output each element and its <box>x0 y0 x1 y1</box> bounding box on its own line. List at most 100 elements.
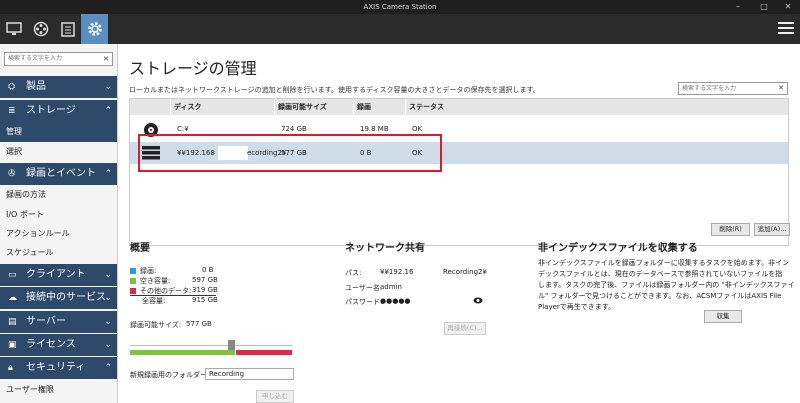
other-data-value: 319 GB <box>192 286 218 294</box>
storage-slider-track <box>130 345 292 346</box>
chevron-down-icon: ⌄ <box>104 82 112 92</box>
recording-folder-input[interactable]: Recording <box>205 368 294 380</box>
recordable-size-label: 録画可能サイズ: <box>130 321 182 329</box>
chevron-down-icon: ⌄ <box>104 340 112 350</box>
collect-description-line: デックスファイルとは、現在のデータベースで参照されていないファイルを指 <box>538 270 783 278</box>
free-space-value: 597 GB <box>192 276 218 284</box>
storage-table: ディスク 録画可能サイズ 録画 ステータス C:¥ 724 GB 19.8 MB… <box>129 98 789 246</box>
column-header-disk[interactable]: ディスク <box>170 99 274 115</box>
sidebar-item-user-permissions[interactable]: ユーザー権限 <box>0 380 117 400</box>
network-share-title: ネットワーク共有 <box>345 243 425 254</box>
other-data-bar <box>236 350 292 355</box>
recording-label: 録画: <box>140 267 157 275</box>
path-suffix: Recording2¥ <box>443 268 487 276</box>
other-data-legend-swatch <box>130 288 136 294</box>
collect-description-line: 非インデックスファイルを録画フォルダーに収集するタスクを始めます。非イン <box>538 259 790 267</box>
total-label: 全容量: <box>142 297 166 305</box>
reconnect-button[interactable]: 再接続(C)... <box>444 322 486 335</box>
collect-title: 非インデックスファイルを収集する <box>538 243 698 254</box>
clear-search-icon[interactable]: ✕ <box>103 53 109 65</box>
configuration-tab[interactable] <box>81 14 108 44</box>
sidebar-category-server[interactable]: ▤ サーバー ⌄ <box>0 311 117 333</box>
sidebar-category-recording-events[interactable]: ✇ 録画とイベント ⌃ <box>0 163 117 185</box>
top-toolbar <box>0 14 800 44</box>
sidebar-item-storage-management[interactable]: 管理 <box>0 122 117 142</box>
free-space-label: 空き容量: <box>140 277 171 285</box>
path-value: ¥¥192.16 <box>380 268 414 276</box>
chevron-up-icon: ⌃ <box>104 363 112 373</box>
recording-value: 0 B <box>202 266 214 274</box>
sidebar-item-action-rules[interactable]: アクションルール <box>0 224 117 244</box>
username-label: ユーザー名: <box>345 284 383 292</box>
monitor-icon <box>5 22 22 35</box>
show-password-eye-icon[interactable] <box>473 297 483 304</box>
overview-title: 概要 <box>130 243 150 254</box>
chevron-up-icon: ⌃ <box>104 106 112 116</box>
sidebar-category-products[interactable]: ⛭ 製品 ⌄ <box>0 76 117 98</box>
recording-folder-label: 新規録画用のフォルダー: <box>130 371 210 379</box>
sidebar-item-io-ports[interactable]: I/O ポート <box>0 205 117 225</box>
remove-button[interactable]: 削除(R) <box>711 223 750 236</box>
chevron-down-icon: ⌄ <box>104 270 112 280</box>
chevron-down-icon: ⌄ <box>104 293 112 303</box>
collect-description-line: ル" フォルダーで見つけることができます。なお、ACSMファイルはAXIS Fi… <box>538 292 782 300</box>
storage-search-input[interactable]: 検索する文字を入力 ✕ <box>678 82 788 95</box>
column-header-status[interactable]: ステータス <box>405 99 458 115</box>
table-header: ディスク 録画可能サイズ 録画 ステータス <box>130 99 788 115</box>
minimize-button[interactable]: – <box>728 0 748 14</box>
film-reel-icon <box>33 21 48 37</box>
sidebar: 検索する文字を入力 ✕ ⛭ 製品 ⌄ ≣ ストレージ ⌃ 管理 選択 ✇ 録画と… <box>0 44 118 403</box>
camera-product-icon: ⛭ <box>8 82 16 92</box>
chevron-down-icon: ⌄ <box>104 317 112 327</box>
column-header-recording[interactable]: 録画 <box>353 99 405 115</box>
lock-icon: 🔒︎ <box>8 363 13 373</box>
total-value: 915 GB <box>192 296 218 304</box>
clipboard-icon <box>60 22 75 37</box>
recordable-size-value: 577 GB <box>186 320 212 328</box>
collect-description-line: します。タスクの完了後、ファイルは録画フォルダー内の "非インデックスファイ <box>538 281 795 289</box>
storage-slider-handle[interactable] <box>228 340 235 350</box>
title-bar: AXIS Camera Station – □ ✕ <box>0 0 800 14</box>
close-button[interactable]: ✕ <box>778 0 798 14</box>
password-label: パスワード: <box>345 298 383 306</box>
cloud-icon: ☁ <box>8 293 17 303</box>
gear-icon <box>87 22 102 36</box>
selected-storage-highlight <box>138 134 442 172</box>
path-label: パス: <box>345 269 362 277</box>
sidebar-category-connected-services[interactable]: ☁ 接続中のサービス ⌄ <box>0 287 117 309</box>
sidebar-category-license[interactable]: ▣ ライセンス ⌄ <box>0 334 117 356</box>
monitor-icon: ▭ <box>8 270 17 280</box>
main-menu-button[interactable] <box>778 22 794 36</box>
sidebar-item-recording-method[interactable]: 録画の方法 <box>0 185 117 205</box>
sidebar-item-storage-selection[interactable]: 選択 <box>0 142 117 162</box>
sidebar-category-storage[interactable]: ≣ ストレージ ⌃ <box>0 100 117 122</box>
database-icon: ≣ <box>8 106 16 116</box>
chevron-up-icon: ⌃ <box>104 169 112 179</box>
add-button[interactable]: 追加(A)... <box>754 223 790 236</box>
sidebar-category-security[interactable]: 🔒︎ セキュリティ ⌃ <box>0 357 117 379</box>
recording-legend-swatch <box>130 268 136 274</box>
license-icon: ▣ <box>8 340 17 350</box>
log-tab[interactable] <box>54 14 81 44</box>
window-title: AXIS Camera Station <box>363 3 437 11</box>
maximize-button[interactable]: □ <box>754 0 774 14</box>
sidebar-item-schedules[interactable]: スケジュール <box>0 243 117 263</box>
sidebar-search-input[interactable]: 検索する文字を入力 ✕ <box>4 52 113 66</box>
collect-button[interactable]: 収集 <box>704 310 742 323</box>
film-reel-icon: ✇ <box>8 169 16 179</box>
page-title: ストレージの管理 <box>129 59 257 78</box>
live-view-tab[interactable] <box>0 14 27 44</box>
collect-description-line: Playerで再生できます。 <box>538 303 616 311</box>
sidebar-category-client[interactable]: ▭ クライアント ⌄ <box>0 264 117 286</box>
apply-button[interactable]: 申し込む <box>256 390 294 403</box>
page-description: ローカルまたはネットワークストレージの追加と削除を行います。使用するディスク容量… <box>129 86 540 94</box>
clear-search-icon[interactable]: ✕ <box>778 83 784 94</box>
main-panel: ストレージの管理 ローカルまたはネットワークストレージの追加と削除を行います。使… <box>118 44 800 403</box>
recordings-tab[interactable] <box>27 14 54 44</box>
free-space-bar <box>130 350 235 355</box>
username-value: admin <box>380 283 402 291</box>
server-icon: ▤ <box>8 317 17 327</box>
free-space-legend-swatch <box>130 278 136 284</box>
password-value: ●●●●● <box>380 297 411 305</box>
column-header-size[interactable]: 録画可能サイズ <box>274 99 353 115</box>
